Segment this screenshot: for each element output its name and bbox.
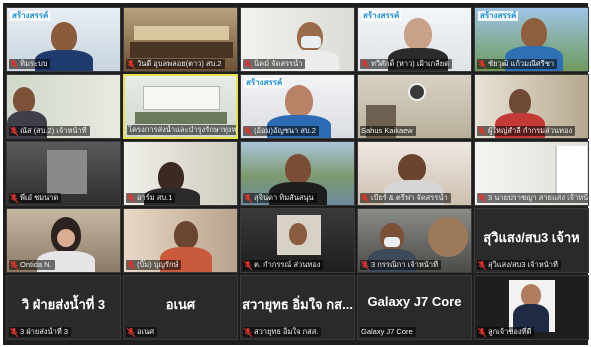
brand-logo: สร้างสรรค์ [10,11,51,21]
participant-name: เบียร์ & ตรีฟา จัดสรรน้ำ [371,193,448,202]
mic-muted-icon [244,327,252,337]
participant-name: สวายุทธ อิ่มใจ กสส. [254,327,319,336]
participant-tile[interactable]: Sahus Kaikaew [357,74,472,139]
participant-tile-no-video[interactable]: อเนศ อเนศ [123,275,238,340]
participant-display-name: สุวิแสง/สบ3 เจ้าห [483,230,580,245]
participant-name: ชัยวุฒิ แก้วมณีศรีชา [488,59,555,68]
participant-name: Sahus Kaikaew [361,126,413,135]
participant-name: Ontida N. [20,260,52,269]
participant-name: ทวีศักดิ์ (หาว) เฝ้าเกลียด [371,59,449,68]
mic-muted-icon [244,193,252,203]
brand-logo: สร้างสรรค์ [244,78,285,88]
participant-tile[interactable]: สร้างสรรค์ ทิมระบบ [6,7,121,72]
mic-muted-icon [361,59,369,69]
mic-muted-icon [478,126,486,136]
participant-tile[interactable]: Ontida N. [6,208,121,273]
participant-name: ณัส (สบ.2) เจ้าหน้าที่ [20,126,87,135]
participant-name: สุวิแสง/สบ3 เจ้าหน้าที่ [488,260,558,269]
participant-tile[interactable]: นิคม์ จัดสรรน้ำ [240,7,355,72]
participant-tile[interactable]: 3 นายปราชญา สายแสง เจ้าหน้าที่ [474,141,589,206]
participant-name: สุจินดา ทิมสันสนุน [254,193,314,202]
participant-tile-active-speaker[interactable]: โครงการส่งน้ำและบำรุงรักษาทุ่งหลวง [123,74,238,139]
participant-tile[interactable]: ณัส (สบ.2) เจ้าหน้าที่ [6,74,121,139]
participant-tile[interactable]: เบียร์ & ตรีฟา จัดสรรน้ำ [357,141,472,206]
participant-tile[interactable]: สร้างสรรค์ ชัยวุฒิ แก้วมณีศรีชา [474,7,589,72]
participant-tile[interactable]: วันดี อุบลพลอย(ตาว) สบ.2 [123,7,238,72]
mic-muted-icon [127,59,135,69]
participant-tile-no-video[interactable]: Galaxy J7 Core Galaxy J7 Core [357,275,472,340]
participant-display-name: สวายุทธ อิ่มใจ กส... [242,297,353,312]
participant-name: อเนศ [137,327,154,336]
mic-muted-icon [361,260,369,270]
video-conference-window: สร้างสรรค์ ทิมระบบ วันดี อุบลพลอย(ตาว) ส… [3,3,589,345]
participant-name: (อ้อม)อัญชนา สบ.2 [254,126,316,135]
participant-name: 3 นายปราชญา สายแสง เจ้าหน้าที่ [488,193,589,202]
brand-logo: สร้างสรรค์ [361,11,402,21]
mic-muted-icon [10,327,18,337]
mic-muted-icon [127,260,135,270]
participant-display-name: อเนศ [165,297,196,312]
mic-muted-icon [478,193,486,203]
participant-tile-no-video[interactable]: วิ ฝ่ายส่งน้ำที่ 3 3 ฝ่ายส่งน้ำที่ 3 [6,275,121,340]
participant-name: ทิมระบบ [20,59,48,68]
mic-muted-icon [478,59,486,69]
participant-gallery: สร้างสรรค์ ทิมระบบ วันดี อุบลพลอย(ตาว) ส… [6,7,589,340]
participant-name: วันดี อุบลพลอย(ตาว) สบ.2 [137,59,222,68]
participant-tile[interactable]: สุจินดา ทิมสันสนุน [240,141,355,206]
mic-muted-icon [244,59,252,69]
participant-name: พี่เอ๋ ชมนาด [20,193,59,202]
mic-muted-icon [10,193,18,203]
participant-tile[interactable]: สร้างสรรค์ (อ้อม)อัญชนา สบ.2 [240,74,355,139]
mic-muted-icon [361,193,369,203]
participant-tile[interactable]: 3 กรรณิกา เจ้าหน้าที่ [357,208,472,273]
participant-name: ต. กำกรรณ์ ส่วนทอง [254,260,321,269]
mic-muted-icon [478,327,486,337]
participant-name: 3 กรรณิกา เจ้าหน้าที่ [371,260,439,269]
participant-name: (บิ๊ม) บุญรักษ์ [137,260,179,269]
participant-name: ผู้ใหญ่สำลี กำกรมส่วนทอง [488,126,573,135]
participant-name: 3 ฝ่ายส่งน้ำที่ 3 [20,327,69,336]
participant-name: อาร์ม สบ.1 [137,193,173,202]
mic-muted-icon [244,126,252,136]
participant-tile[interactable]: ผู้ใหญ่สำลี กำกรมส่วนทอง [474,74,589,139]
mic-muted-icon [10,59,18,69]
participant-tile[interactable]: อาร์ม สบ.1 [123,141,238,206]
participant-name: โครงการส่งน้ำและบำรุงรักษาทุ่งหลวง [128,125,238,134]
mic-muted-icon [10,260,18,270]
participant-tile-no-video[interactable]: สุวิแสง/สบ3 เจ้าห สุวิแสง/สบ3 เจ้าหน้าที… [474,208,589,273]
participant-name: นิคม์ จัดสรรน้ำ [254,59,303,68]
participant-tile[interactable]: ลูกเจ้าของที่ดี [474,275,589,340]
mic-muted-icon [10,126,18,136]
participant-display-name: วิ ฝ่ายส่งน้ำที่ 3 [21,297,106,312]
participant-name: Galaxy J7 Core [361,327,413,336]
mic-muted-icon [244,260,252,270]
participant-tile-no-video[interactable]: สวายุทธ อิ่มใจ กส... สวายุทธ อิ่มใจ กสส. [240,275,355,340]
participant-tile[interactable]: ต. กำกรรณ์ ส่วนทอง [240,208,355,273]
brand-logo: สร้างสรรค์ [478,11,519,21]
mic-muted-icon [478,260,486,270]
participant-tile[interactable]: สร้างสรรค์ ทวีศักดิ์ (หาว) เฝ้าเกลียด [357,7,472,72]
mic-muted-icon [127,193,135,203]
participant-tile[interactable]: พี่เอ๋ ชมนาด [6,141,121,206]
participant-display-name: Galaxy J7 Core [367,294,462,309]
mic-muted-icon [127,327,135,337]
participant-name: ลูกเจ้าของที่ดี [488,327,532,336]
participant-tile[interactable]: (บิ๊ม) บุญรักษ์ [123,208,238,273]
